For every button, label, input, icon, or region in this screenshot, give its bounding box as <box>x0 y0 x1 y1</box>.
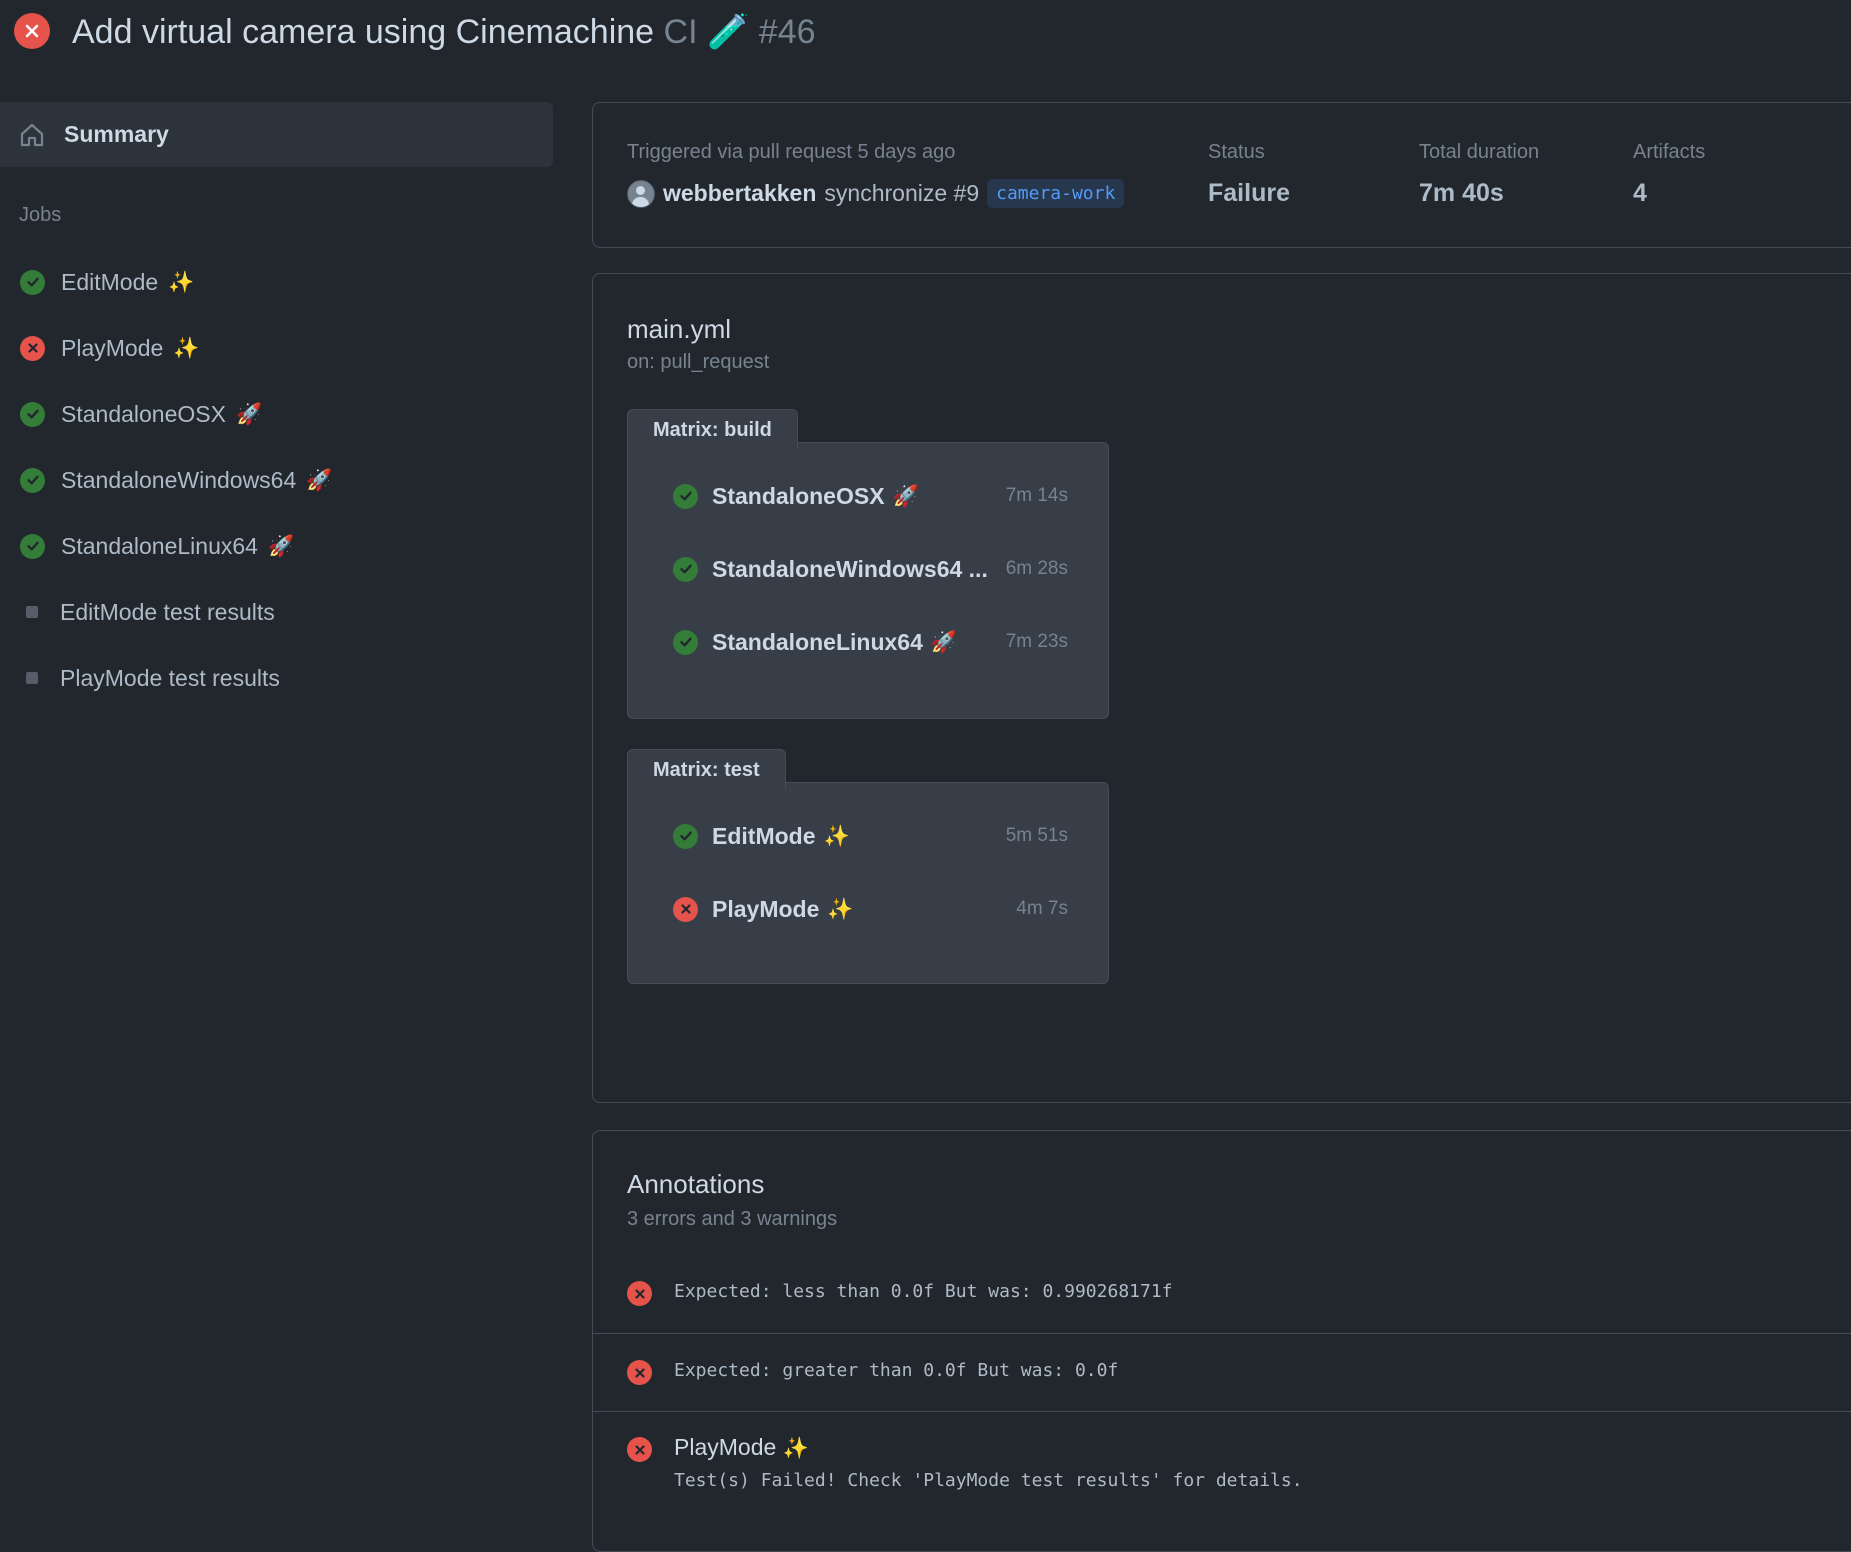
matrix-title[interactable]: Matrix: build <box>627 409 798 450</box>
failure-x-icon <box>20 335 45 361</box>
error-icon <box>627 1360 652 1385</box>
job-label: StandaloneLinux64 <box>61 532 258 559</box>
annotation-message: Expected: less than 0.0f But was: 0.9902… <box>674 1281 1173 1302</box>
job-duration: 6m 28s <box>1005 558 1068 579</box>
duration-label: Total duration <box>1419 141 1540 163</box>
matrix-test: Matrix: test EditMode ✨ 5m 51s PlayMode … <box>627 749 1109 989</box>
success-check-icon <box>20 533 45 559</box>
sidebar-job-editmode[interactable]: EditMode ✨ <box>0 257 553 307</box>
job-label: StandaloneOSX <box>61 400 226 427</box>
rocket-icon: 🚀 <box>235 401 263 426</box>
annotation-message: Expected: greater than 0.0f But was: 0.0… <box>674 1360 1119 1381</box>
job-label: EditMode <box>61 268 159 295</box>
failure-x-icon <box>673 896 698 922</box>
annotations-panel: Annotations 3 errors and 3 warnings Expe… <box>592 1130 1851 1552</box>
pull-request-link[interactable]: synchronize #9 <box>824 180 979 207</box>
status-label: Status <box>1208 141 1265 163</box>
matrix-job-standalonelinux64[interactable]: StandaloneLinux64 🚀 7m 23s <box>673 622 1068 662</box>
job-duration: 7m 14s <box>1005 485 1068 506</box>
error-icon <box>627 1281 652 1306</box>
matrix-job-standalonewindows64[interactable]: StandaloneWindows64 ... 6m 28s <box>673 549 1068 589</box>
annotation-title: PlayMode ✨ <box>674 1434 809 1461</box>
job-duration: 5m 51s <box>1005 825 1068 846</box>
workflow-graph-panel: main.yml on: pull_request Matrix: build … <box>592 273 1851 1103</box>
branch-badge[interactable]: camera-work <box>987 179 1125 208</box>
sidebar-job-standalonelinux64[interactable]: StandaloneLinux64 🚀 <box>0 521 553 571</box>
run-title: Add virtual camera using Cinemachine <box>72 13 655 51</box>
page-title: Add virtual camera using Cinemachine CI … <box>72 12 816 52</box>
sidebar-job-standalonewindows64[interactable]: StandaloneWindows64 🚀 <box>0 455 553 505</box>
pending-square-icon <box>26 606 38 618</box>
job-name: EditMode <box>712 822 816 849</box>
success-check-icon <box>673 556 698 582</box>
workflow-name[interactable]: CI <box>664 13 698 51</box>
rocket-icon: 🚀 <box>892 483 919 508</box>
artifacts-label: Artifacts <box>1633 141 1706 163</box>
success-check-icon <box>673 823 698 849</box>
matrix-title[interactable]: Matrix: test <box>627 749 786 790</box>
matrix-build: Matrix: build StandaloneOSX 🚀 7m 14s Sta… <box>627 409 1109 719</box>
success-check-icon <box>673 483 698 509</box>
annotation-item[interactable]: Expected: less than 0.0f But was: 0.9902… <box>593 1255 1851 1333</box>
annotation-title-text: PlayMode <box>674 1434 777 1460</box>
sparkles-icon: ✨ <box>173 335 200 360</box>
sidebar-job-playmode[interactable]: PlayMode ✨ <box>0 323 553 373</box>
run-number: #46 <box>758 13 816 51</box>
run-header: Add virtual camera using Cinemachine CI … <box>0 0 1851 64</box>
matrix-job-standaloneosx[interactable]: StandaloneOSX 🚀 7m 14s <box>673 476 1068 516</box>
run-summary-panel: Triggered via pull request 5 days ago we… <box>592 102 1851 248</box>
success-check-icon <box>20 467 45 493</box>
duration-value: 7m 40s <box>1419 179 1504 207</box>
artifacts-count[interactable]: 4 <box>1633 179 1647 208</box>
job-duration: 4m 7s <box>1016 898 1068 919</box>
job-name: PlayMode <box>712 895 820 922</box>
failure-status-icon <box>14 13 50 49</box>
workflow-trigger: on: pull_request <box>627 351 770 373</box>
job-label: PlayMode test results <box>60 664 280 691</box>
sidebar-job-standaloneosx[interactable]: StandaloneOSX 🚀 <box>0 389 553 439</box>
sidebar-job-playmode-test-results[interactable]: PlayMode test results <box>0 653 553 703</box>
home-icon <box>20 123 44 146</box>
job-label: PlayMode <box>61 334 164 361</box>
sparkles-icon: ✨ <box>168 269 195 294</box>
pending-square-icon <box>26 672 38 684</box>
annotations-summary: 3 errors and 3 warnings <box>627 1208 838 1230</box>
job-name: StandaloneWindows64 ... <box>712 555 988 582</box>
actor-link[interactable]: webbertakken <box>663 180 816 207</box>
annotation-message: Test(s) Failed! Check 'PlayMode test res… <box>674 1470 1303 1491</box>
sparkles-icon: ✨ <box>827 896 854 921</box>
jobs-heading: Jobs <box>19 204 62 226</box>
trigger-row: webbertakken synchronize #9 camera-work <box>627 179 1125 208</box>
sidebar-item-label: Summary <box>64 121 169 147</box>
annotation-item[interactable]: PlayMode ✨ Test(s) Failed! Check 'PlayMo… <box>593 1411 1851 1512</box>
job-duration: 7m 23s <box>1005 631 1068 652</box>
annotations-title: Annotations <box>627 1169 765 1199</box>
job-name: StandaloneOSX <box>712 482 885 509</box>
sidebar-item-summary[interactable]: Summary <box>0 102 553 167</box>
job-name: StandaloneLinux64 <box>712 628 923 655</box>
matrix-job-editmode[interactable]: EditMode ✨ 5m 51s <box>673 816 1068 856</box>
test-tube-icon: 🧪 <box>706 12 750 52</box>
workflow-file-name: main.yml <box>627 314 732 344</box>
sidebar-job-editmode-test-results[interactable]: EditMode test results <box>0 587 553 637</box>
success-check-icon <box>20 401 45 427</box>
success-check-icon <box>673 629 698 655</box>
status-value: Failure <box>1208 179 1290 207</box>
annotation-item[interactable]: Expected: greater than 0.0f But was: 0.0… <box>593 1333 1851 1412</box>
avatar[interactable] <box>627 179 655 208</box>
matrix-job-playmode[interactable]: PlayMode ✨ 4m 7s <box>673 889 1068 929</box>
error-icon <box>627 1437 652 1462</box>
matrix-jobs-box: EditMode ✨ 5m 51s PlayMode ✨ 4m 7s <box>627 782 1109 984</box>
trigger-text: Triggered via pull request 5 days ago <box>627 141 956 163</box>
rocket-icon: 🚀 <box>930 629 958 654</box>
sparkles-icon: ✨ <box>823 823 850 848</box>
rocket-icon: 🚀 <box>267 533 295 558</box>
job-label: StandaloneWindows64 <box>61 466 297 493</box>
sparkles-icon: ✨ <box>782 1436 809 1460</box>
matrix-jobs-box: StandaloneOSX 🚀 7m 14s StandaloneWindows… <box>627 442 1109 719</box>
rocket-icon: 🚀 <box>306 467 333 492</box>
success-check-icon <box>20 269 45 295</box>
job-label: EditMode test results <box>60 598 275 625</box>
